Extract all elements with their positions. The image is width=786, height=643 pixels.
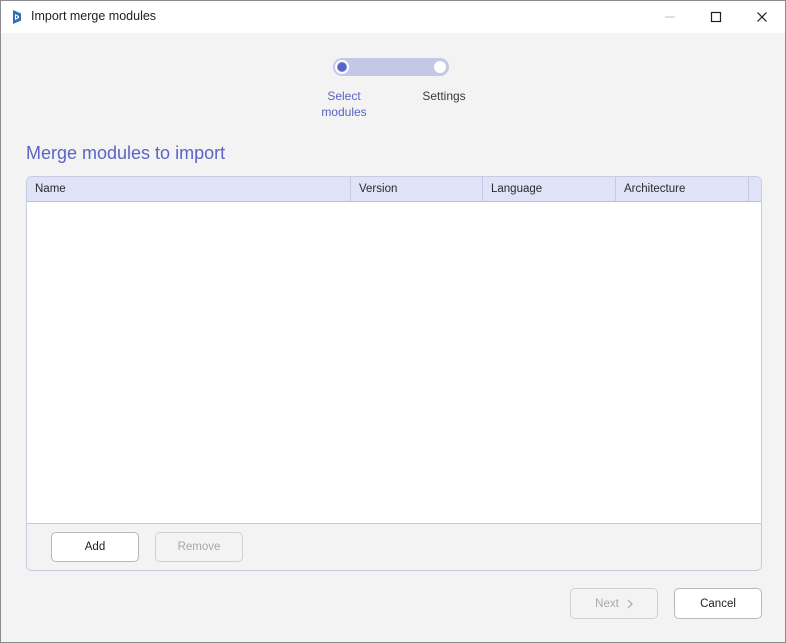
next-button[interactable]: Next: [570, 588, 658, 619]
wizard-stepper: [333, 58, 449, 76]
add-button[interactable]: Add: [51, 532, 139, 562]
column-header-architecture[interactable]: Architecture: [616, 177, 749, 201]
maximize-button[interactable]: [693, 1, 739, 33]
next-label: Next: [595, 597, 619, 610]
minimize-button[interactable]: [647, 1, 693, 33]
step-label-select-modules[interactable]: Select modules: [309, 88, 379, 120]
column-header-name[interactable]: Name: [27, 177, 351, 201]
close-icon: [757, 12, 767, 22]
step-label-settings[interactable]: Settings: [409, 88, 479, 104]
dialog-window: Import merge modules Select modules Sett…: [0, 0, 786, 643]
maximize-icon: [710, 11, 722, 23]
table-header: Name Version Language Architecture: [27, 177, 761, 202]
column-header-version[interactable]: Version: [351, 177, 483, 201]
window-title: Import merge modules: [31, 9, 157, 23]
app-logo-icon: [13, 10, 21, 24]
minimize-icon: [665, 16, 675, 18]
close-button[interactable]: [739, 1, 785, 33]
stepper-track: [333, 58, 449, 76]
step-dot-select-modules[interactable]: [335, 60, 349, 74]
column-header-language[interactable]: Language: [483, 177, 616, 201]
cancel-button[interactable]: Cancel: [674, 588, 762, 619]
merge-modules-table: Name Version Language Architecture Add R…: [26, 176, 762, 571]
title-bar: Import merge modules: [1, 1, 785, 33]
table-actions: Add Remove: [27, 523, 761, 570]
section-title: Merge modules to import: [26, 143, 226, 163]
remove-button[interactable]: Remove: [155, 532, 243, 562]
table-body[interactable]: [27, 202, 761, 523]
step-dot-settings[interactable]: [433, 60, 447, 74]
chevron-right-icon: [627, 599, 633, 608]
